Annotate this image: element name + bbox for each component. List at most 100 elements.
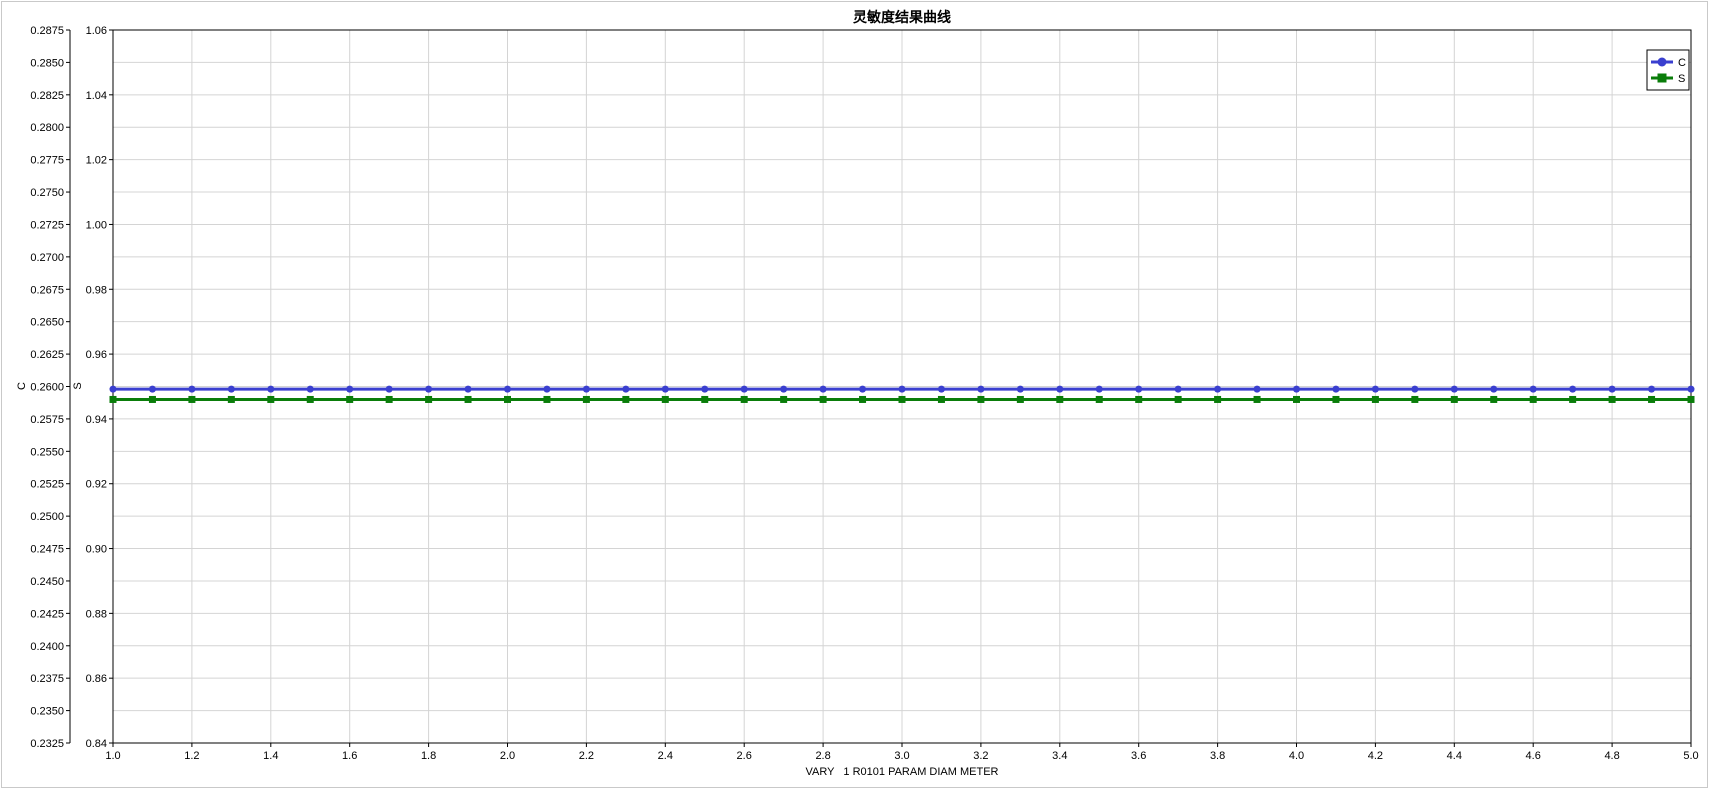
left-y-tick-label: 0.2325 — [30, 738, 64, 750]
data-point-c — [1293, 385, 1300, 393]
data-point-s — [1135, 395, 1143, 403]
data-point-c — [306, 385, 314, 393]
left-y-tick-label: 0.2625 — [30, 349, 64, 361]
data-point-c — [227, 385, 235, 393]
left-y-tick-label: 0.2875 — [30, 25, 64, 37]
right-y-tick-label: 0.90 — [86, 544, 107, 556]
x-tick-label: 3.2 — [973, 750, 988, 762]
x-tick-label: 4.2 — [1368, 750, 1383, 762]
right-y-tick-label: 0.96 — [86, 349, 107, 361]
data-point-c — [819, 385, 827, 393]
left-y-tick-label: 0.2525 — [30, 479, 64, 491]
data-point-s — [1016, 395, 1024, 403]
y-axis-label-left: C — [16, 382, 28, 390]
right-y-tick-label: 0.86 — [86, 673, 107, 685]
data-point-c — [1411, 385, 1419, 393]
data-point-s — [1411, 395, 1419, 403]
series-c — [109, 385, 1695, 393]
right-y-tick-label: 1.00 — [86, 219, 107, 231]
x-tick-label: 4.4 — [1447, 750, 1462, 762]
data-point-s — [267, 395, 275, 403]
right-y-tick-label: 1.02 — [86, 155, 107, 167]
data-point-s — [1095, 395, 1103, 403]
right-y-tick-label: 0.92 — [86, 479, 107, 491]
left-y-tick-label: 0.2475 — [30, 544, 64, 556]
left-y-tick-label: 0.2850 — [30, 57, 64, 69]
left-y-tick-label: 0.2350 — [30, 706, 64, 718]
legend-marker-s — [1657, 73, 1667, 83]
data-point-c — [701, 385, 709, 393]
data-point-c — [1174, 385, 1182, 393]
chart-title: 灵敏度结果曲线 — [853, 9, 951, 25]
right-y-tick-label: 1.04 — [86, 90, 107, 102]
data-point-s — [582, 395, 590, 403]
data-point-c — [1569, 385, 1577, 393]
left-y-axis: 0.2875 0.2850 0.2825 0.2800 0.2775 0.2750 0.27… — [30, 25, 71, 750]
data-point-s — [188, 395, 196, 403]
data-point-s — [661, 395, 669, 403]
x-tick-label: 5.0 — [1683, 750, 1698, 762]
x-tick-label: 1.4 — [263, 750, 278, 762]
left-y-tick-label: 0.2600 — [30, 382, 64, 394]
x-tick-label: 4.8 — [1604, 750, 1619, 762]
data-point-s — [109, 395, 117, 403]
data-point-c — [188, 385, 196, 393]
left-y-tick-label: 0.2500 — [30, 511, 64, 523]
data-point-c — [148, 385, 156, 393]
left-y-tick-label: 0.2550 — [30, 446, 64, 458]
x-tick-label: 1.0 — [105, 750, 120, 762]
data-point-s — [1293, 395, 1300, 403]
x-tick-label: 2.0 — [500, 750, 515, 762]
x-tick-label: 3.4 — [1052, 750, 1067, 762]
data-point-c — [1016, 385, 1024, 393]
x-tick-label: 4.0 — [1289, 750, 1304, 762]
legend-label-c: C — [1678, 57, 1686, 69]
legend-marker-c — [1657, 57, 1667, 67]
data-point-c — [1529, 385, 1537, 393]
data-point-c — [937, 385, 945, 393]
left-y-tick-label: 0.2575 — [30, 414, 64, 426]
data-point-c — [346, 385, 354, 393]
left-y-tick-label: 0.2675 — [30, 284, 64, 296]
data-point-c — [464, 385, 472, 393]
data-point-s — [1214, 395, 1222, 403]
data-point-s — [977, 395, 985, 403]
left-y-tick-label: 0.2425 — [30, 608, 64, 620]
data-point-c — [582, 385, 590, 393]
data-point-c — [1687, 385, 1695, 393]
data-point-s — [819, 395, 827, 403]
data-point-s — [937, 395, 945, 403]
x-tick-label: 1.2 — [184, 750, 199, 762]
data-point-s — [859, 395, 867, 403]
data-point-s — [1648, 395, 1656, 403]
data-point-c — [740, 385, 748, 393]
x-tick-label: 4.6 — [1526, 750, 1541, 762]
x-tick-label: 3.0 — [894, 750, 909, 762]
right-y-axis: 1.06 1.04 1.02 1.00 0.98 0.96 0.94 0.92 0.90 0.88… — [86, 25, 113, 750]
data-point-s — [227, 395, 235, 403]
data-point-c — [780, 385, 788, 393]
data-point-s — [1529, 395, 1537, 403]
data-point-s — [1569, 395, 1577, 403]
x-tick-label: 2.8 — [815, 750, 830, 762]
data-point-c — [977, 385, 985, 393]
x-tick-label: 1.6 — [342, 750, 357, 762]
left-y-tick-label: 0.2700 — [30, 252, 64, 264]
data-point-c — [1095, 385, 1103, 393]
right-y-tick-label: 0.98 — [86, 284, 107, 296]
left-y-tick-label: 0.2375 — [30, 673, 64, 685]
x-axis-label: VARY 1 R0101 PARAM DIAM METER — [806, 766, 999, 778]
data-point-c — [385, 385, 393, 393]
data-point-s — [425, 395, 433, 403]
data-point-c — [859, 385, 867, 393]
data-point-c — [1214, 385, 1222, 393]
data-point-s — [1253, 395, 1261, 403]
data-point-s — [1450, 395, 1458, 403]
data-point-c — [504, 385, 511, 393]
data-point-c — [898, 385, 906, 393]
data-point-s — [464, 395, 472, 403]
data-point-c — [1490, 385, 1498, 393]
data-point-s — [1490, 395, 1498, 403]
legend-label-s: S — [1678, 73, 1685, 85]
data-point-c — [1450, 385, 1458, 393]
